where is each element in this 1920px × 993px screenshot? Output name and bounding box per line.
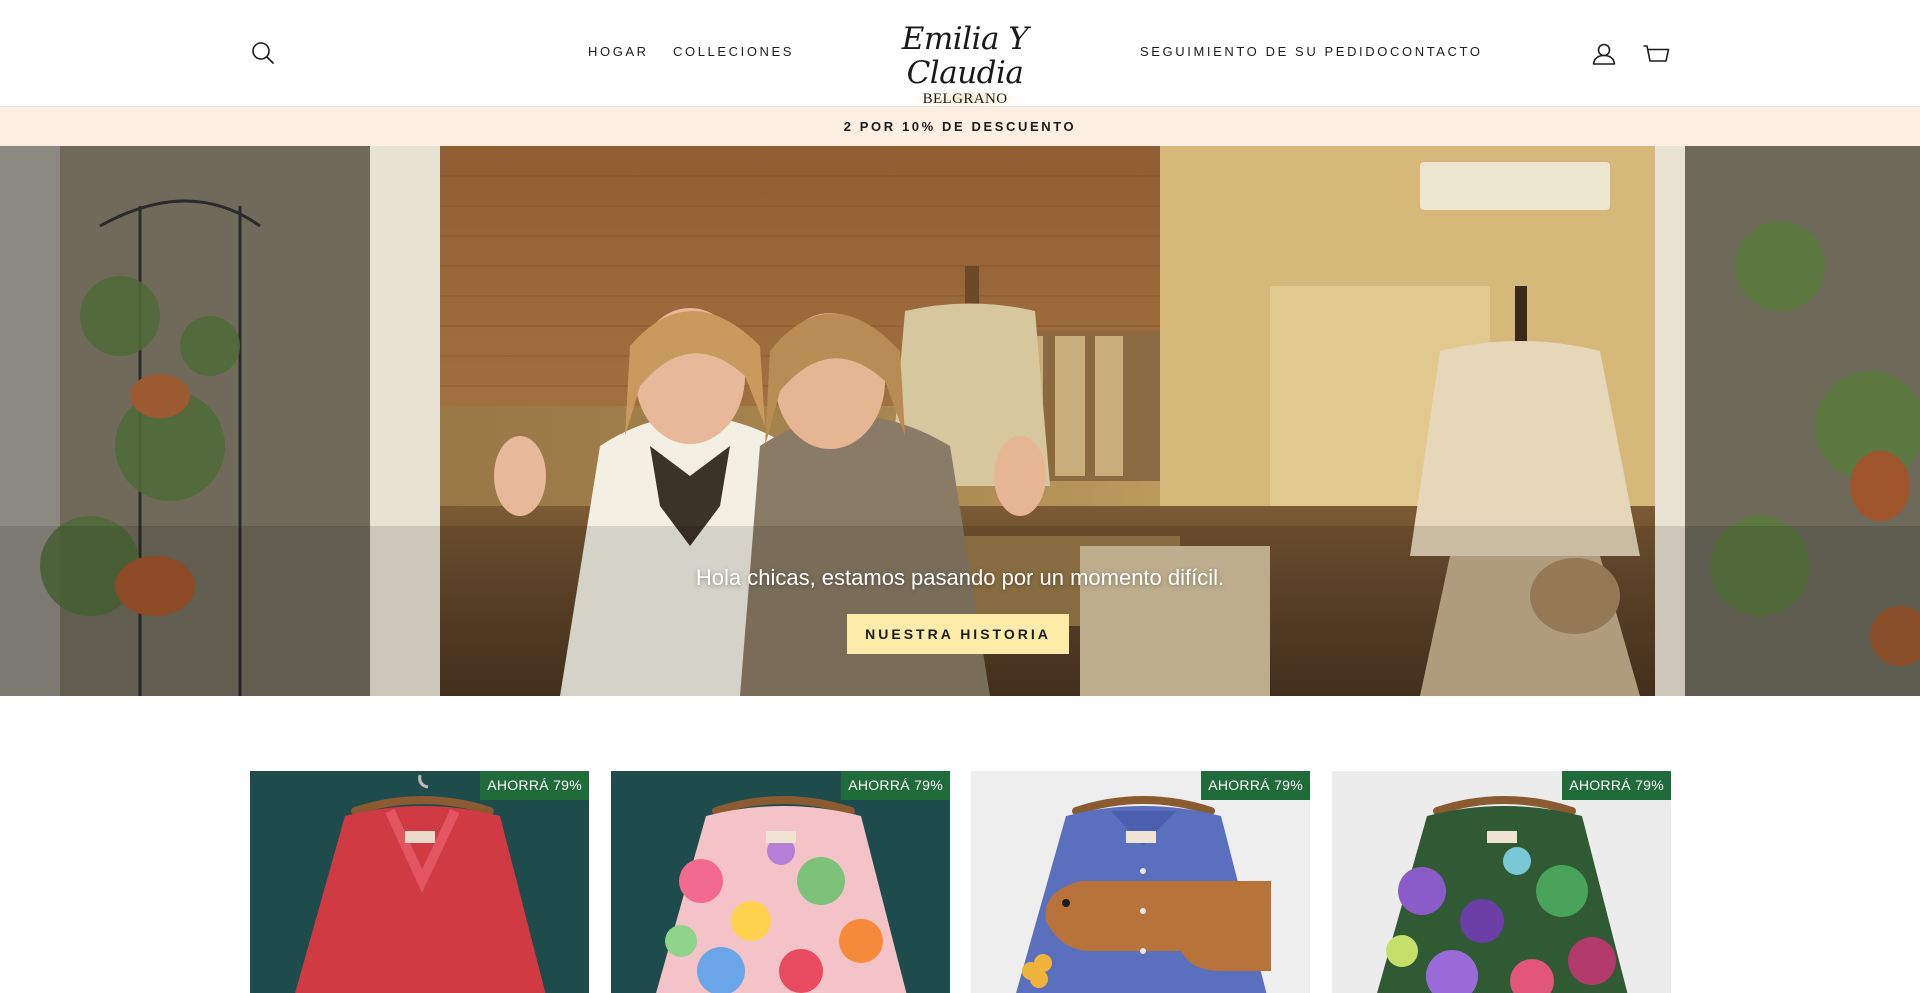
store-logo[interactable]: Emilia Y Claudia BELGRANO [870, 22, 1060, 107]
product-image-floral-blouse [611, 771, 950, 993]
product-image-purple-floral-shirt [1332, 771, 1671, 993]
site-header: HOGAR COLLECIONES Emilia Y Claudia BELGR… [0, 0, 1920, 107]
logo-script-text: Emilia Y Claudia [901, 21, 1029, 91]
hero-headline: Hola chicas, estamos pasando por un mome… [695, 565, 1225, 590]
nuestra-historia-button[interactable]: NUESTRA HISTORIA [847, 614, 1069, 654]
product-card[interactable]: AHORRÁ 79% [611, 771, 950, 993]
discount-badge: AHORRÁ 79% [1201, 771, 1310, 800]
discount-badge: AHORRÁ 79% [480, 771, 589, 800]
nav-hogar[interactable]: HOGAR [588, 44, 649, 59]
cart-icon[interactable] [1642, 40, 1670, 68]
product-image-dog-shirt [971, 771, 1310, 993]
account-icon[interactable] [1590, 40, 1618, 68]
nav-contacto[interactable]: CONTACTO [1390, 44, 1483, 59]
discount-badge: AHORRÁ 79% [1562, 771, 1671, 800]
product-grid: AHORRÁ 79% AHORRÁ 79% AHORRÁ 79% AHORRÁ … [250, 771, 1671, 993]
logo-subtitle: BELGRANO [908, 91, 1022, 107]
nav-seguimiento-pedido[interactable]: SEGUIMIENTO DE SU PEDIDO [1140, 44, 1390, 59]
product-card[interactable]: AHORRÁ 79% [1332, 771, 1671, 993]
hero-banner: Hola chicas, estamos pasando por un mome… [0, 146, 1920, 696]
announcement-bar: 2 POR 10% DE DESCUENTO [0, 106, 1920, 146]
discount-badge: AHORRÁ 79% [841, 771, 950, 800]
announcement-text: 2 POR 10% DE DESCUENTO [843, 119, 1077, 134]
product-card[interactable]: AHORRÁ 79% [971, 771, 1310, 993]
nav-colleciones[interactable]: COLLECIONES [673, 44, 794, 59]
search-icon[interactable] [250, 40, 276, 66]
product-image-red-blouse [250, 771, 589, 993]
product-card[interactable]: AHORRÁ 79% [250, 771, 589, 993]
